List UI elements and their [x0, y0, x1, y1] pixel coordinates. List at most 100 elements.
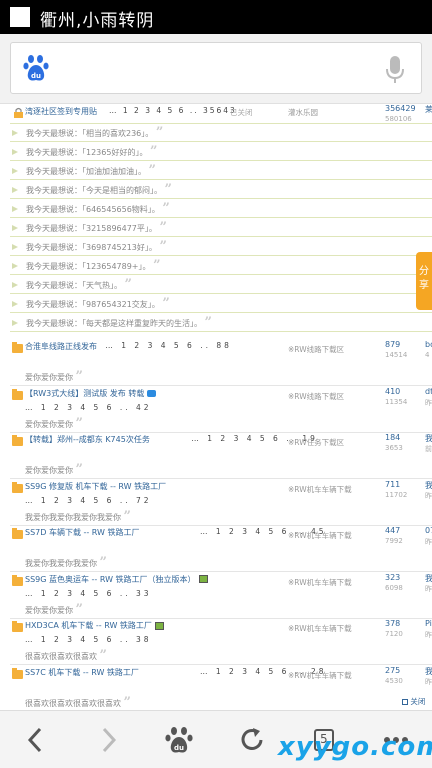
page-links[interactable]: … 1 2 3 4 5 6 .. 42 [25, 403, 152, 412]
forward-icon[interactable] [92, 725, 124, 755]
refresh-icon[interactable] [236, 725, 268, 755]
reply-preview: 很喜欢很喜欢很喜欢 ” [25, 648, 107, 663]
forum-name[interactable]: ※RW线路下载区 [288, 344, 344, 355]
folder-icon [12, 481, 23, 493]
view-count: 7992 [385, 537, 403, 545]
forum-name[interactable]: 灌水乐园 [288, 107, 318, 118]
forum-name[interactable]: ※RW机车车辆下载 [288, 484, 352, 495]
view-count: 4530 [385, 676, 403, 685]
reply-preview: 爱你爱你爱你 ” [25, 369, 83, 384]
last-poster[interactable]: bo [425, 340, 432, 349]
page-links[interactable]: … 1 2 3 4 5 6 .. 88 [105, 341, 232, 350]
quote-arrow-icon [12, 301, 18, 307]
last-poster[interactable]: 我 [425, 480, 432, 491]
reply-count: 184 [385, 433, 401, 442]
last-post-time: 昨 [425, 398, 432, 407]
reply-preview: 我爱你我爱你我爱你我爱你 ” [25, 509, 131, 524]
quote-mark-icon: ” [162, 201, 170, 216]
thread-title-text: HXD3CA 机车下载 -- RW 铁路工厂 [25, 621, 152, 630]
thread-title[interactable]: SS9G 蓝色奥运车 -- RW 铁路工厂（独立版本） [25, 574, 208, 585]
quote-mark-icon: ” [159, 220, 167, 235]
quote-text: 我今天最想说：「加油加油加油」。 [26, 167, 146, 176]
quote-mark-icon: ” [124, 277, 133, 292]
quote-mark-icon: ” [75, 415, 84, 431]
quote-mark-icon: ” [159, 239, 167, 254]
reply-count: 879 [385, 340, 401, 349]
view-count: 11354 [385, 397, 408, 406]
thread-row[interactable]: 合淮阜线路正线发布 … 1 2 3 4 5 6 .. 88 ※RW线路下载区 879 1… [10, 340, 432, 386]
folder-icon [12, 621, 23, 632]
view-count: 11702 [385, 490, 408, 499]
page-links[interactable]: … 1 2 3 4 5 6 .. 35643 [109, 106, 237, 115]
thread-row[interactable]: 【转载】郑州--成都东 K745次任务… 1 2 3 4 5 6 .. 19 ※R… [10, 433, 432, 479]
quote-arrow-icon [12, 244, 18, 250]
last-poster[interactable]: 我 [425, 573, 432, 584]
reply-text: 爱你爱你爱你 [25, 373, 73, 382]
forum-name[interactable]: ※RW机车车辆下载 [288, 577, 352, 588]
thread-row[interactable]: SS7C 机车下载 -- RW 铁路工厂… 1 2 3 4 5 6 .. 28 ※… [10, 666, 432, 711]
reply-text: 爱你爱你爱你 [25, 466, 73, 475]
baidu-home-icon[interactable]: du [163, 725, 195, 755]
forum-name[interactable]: ※RW机车车辆下载 [288, 670, 352, 681]
quote-mark-icon: ” [164, 182, 173, 197]
quote-arrow-icon [12, 263, 18, 269]
last-post-time: 前 [425, 445, 432, 453]
last-poster[interactable]: 我 [425, 666, 432, 677]
reply-preview: 爱你爱你爱你 ” [25, 462, 83, 477]
last-poster[interactable]: 07 [425, 526, 432, 535]
quote-mark-icon: ” [75, 601, 84, 617]
thread-title[interactable]: 合淮阜线路正线发布 [25, 341, 97, 352]
watermark: xyygo.com [278, 732, 432, 762]
quote-text: 我今天最想说：「3215896477平」。 [26, 224, 157, 233]
forum-name[interactable]: ※RW机车车辆下载 [288, 530, 352, 541]
thread-row[interactable]: 湾逐社区签到专用贴 … 1 2 3 4 5 6 .. 35643 已关闭 灌水乐… [10, 104, 432, 124]
quote-text: 我今天最想说：「987654321交友」。 [26, 300, 160, 309]
search-input[interactable]: du [10, 42, 422, 94]
reply-preview: 爱你爱你爱你 ” [25, 602, 83, 617]
thread-row[interactable]: 【RW3式大线】测试版 发布 转载 … 1 2 3 4 5 6 .. 42 ※RW线… [10, 387, 432, 433]
thread-title[interactable]: 湾逐社区签到专用贴 [25, 106, 97, 117]
last-poster[interactable]: 我 [425, 433, 432, 444]
folder-icon [12, 667, 23, 679]
thread-title-text: 【转载】郑州--成都东 K745次任务 [25, 435, 150, 444]
page-links[interactable]: … 1 2 3 4 5 6 .. 33 [25, 589, 152, 598]
thread-title-text: 合淮阜线路正线发布 [25, 342, 97, 351]
folder-icon [12, 435, 23, 446]
page-links[interactable]: … 1 2 3 4 5 6 .. 38 [25, 635, 152, 644]
quote-text: 我今天最想说：「天气热」。 [26, 281, 122, 290]
quote-line: 我今天最想说：「12365好好的」。 ” [10, 143, 432, 161]
folder-icon [12, 574, 23, 586]
thread-title[interactable]: HXD3CA 机车下载 -- RW 铁路工厂 [25, 620, 164, 631]
thread-title-text: SS7D 车辆下载 -- RW 铁路工厂 [25, 528, 140, 537]
thread-title[interactable]: 【RW3式大线】测试版 发布 转载 [25, 388, 157, 399]
share-button[interactable]: 分享 [416, 252, 432, 310]
thread-title[interactable]: SS9G 修复版 机车下载 -- RW 铁路工厂 [25, 481, 166, 492]
forum-name[interactable]: ※RW机车车辆下载 [288, 623, 352, 634]
microphone-icon[interactable] [385, 55, 405, 85]
thread-row[interactable]: SS9G 蓝色奥运车 -- RW 铁路工厂（独立版本） … 1 2 3 4 5 6… [10, 573, 432, 619]
quote-arrow-icon [12, 149, 18, 155]
close-button[interactable]: 关闭 [402, 696, 425, 707]
thread-title[interactable]: SS7C 机车下载 -- RW 铁路工厂 [25, 667, 139, 678]
last-post-time: 昨 [425, 538, 432, 546]
reply-text: 我爱你我爱你我爱你我爱你 [25, 512, 121, 522]
quote-mark-icon: ” [75, 369, 84, 384]
quote-arrow-icon [12, 187, 18, 193]
thread-title[interactable]: 【转载】郑州--成都东 K745次任务 [25, 434, 150, 445]
quote-mark-icon: ” [99, 648, 108, 663]
forum-name[interactable]: ※RW任务下载区 [288, 437, 344, 448]
thread-title[interactable]: SS7D 车辆下载 -- RW 铁路工厂 [25, 527, 140, 538]
quote-mark-icon: ” [99, 555, 108, 570]
last-poster[interactable]: 莱 [425, 104, 432, 115]
page-links[interactable]: … 1 2 3 4 5 6 .. 72 [25, 496, 152, 505]
quote-line: 我今天最想说：「987654321交友」。 ” [10, 295, 432, 313]
back-icon[interactable] [20, 725, 52, 755]
thread-row[interactable]: HXD3CA 机车下载 -- RW 铁路工厂 … 1 2 3 4 5 6 .. 3… [10, 619, 432, 665]
thread-row[interactable]: SS7D 车辆下载 -- RW 铁路工厂… 1 2 3 4 5 6 .. 45 ※… [10, 526, 432, 572]
folder-icon [12, 342, 23, 353]
last-poster[interactable]: Pi [425, 619, 432, 628]
last-poster[interactable]: dt [425, 387, 432, 396]
folder-icon [12, 388, 23, 400]
thread-row[interactable]: SS9G 修复版 机车下载 -- RW 铁路工厂 … 1 2 3 4 5 6 ..… [10, 480, 432, 526]
forum-name[interactable]: ※RW线路下载区 [288, 391, 344, 402]
